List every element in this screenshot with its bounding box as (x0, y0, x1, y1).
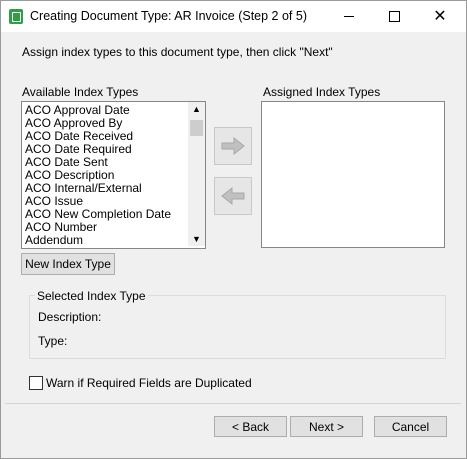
scroll-up-icon[interactable]: ▲ (192, 104, 201, 114)
available-label: Available Index Types (22, 85, 139, 99)
back-button[interactable]: < Back (214, 416, 287, 437)
minimize-button[interactable] (326, 1, 372, 32)
warn-duplicate-checkbox[interactable] (29, 376, 43, 390)
warn-duplicate-label[interactable]: Warn if Required Fields are Duplicated (46, 376, 252, 390)
minimize-icon (344, 16, 354, 17)
selected-index-type-legend: Selected Index Type (35, 289, 148, 303)
maximize-icon (388, 11, 400, 22)
scroll-thumb[interactable] (190, 120, 203, 136)
cancel-button[interactable]: Cancel (374, 416, 447, 437)
available-index-types-list[interactable]: ACO Approval Date ACO Approved By ACO Date… (21, 101, 206, 249)
available-index-type-item[interactable]: Addendum (22, 234, 188, 247)
app-document-icon (9, 9, 23, 24)
arrow-left-icon (221, 187, 245, 205)
assign-button[interactable] (214, 127, 252, 165)
maximize-button[interactable] (371, 1, 417, 32)
window-title: Creating Document Type: AR Invoice (Step… (30, 9, 307, 23)
scroll-down-icon[interactable]: ▼ (192, 234, 201, 244)
unassign-button[interactable] (214, 177, 252, 215)
close-icon: ✕ (433, 7, 447, 25)
type-label: Type: (38, 334, 68, 348)
new-index-type-button[interactable]: New Index Type (21, 253, 115, 275)
description-label: Description: (38, 310, 102, 324)
close-button[interactable]: ✕ (417, 1, 463, 32)
available-list-scrollbar[interactable]: ▲ ▼ (188, 102, 205, 246)
selected-index-type-group (29, 295, 446, 359)
title-bar[interactable]: Creating Document Type: AR Invoice (Step… (1, 1, 466, 32)
instructions-text: Assign index types to this document type… (22, 45, 333, 59)
assigned-index-types-list[interactable] (261, 101, 445, 248)
next-button[interactable]: Next > (290, 416, 363, 437)
assigned-label: Assigned Index Types (263, 85, 381, 99)
arrow-right-icon (221, 137, 245, 155)
